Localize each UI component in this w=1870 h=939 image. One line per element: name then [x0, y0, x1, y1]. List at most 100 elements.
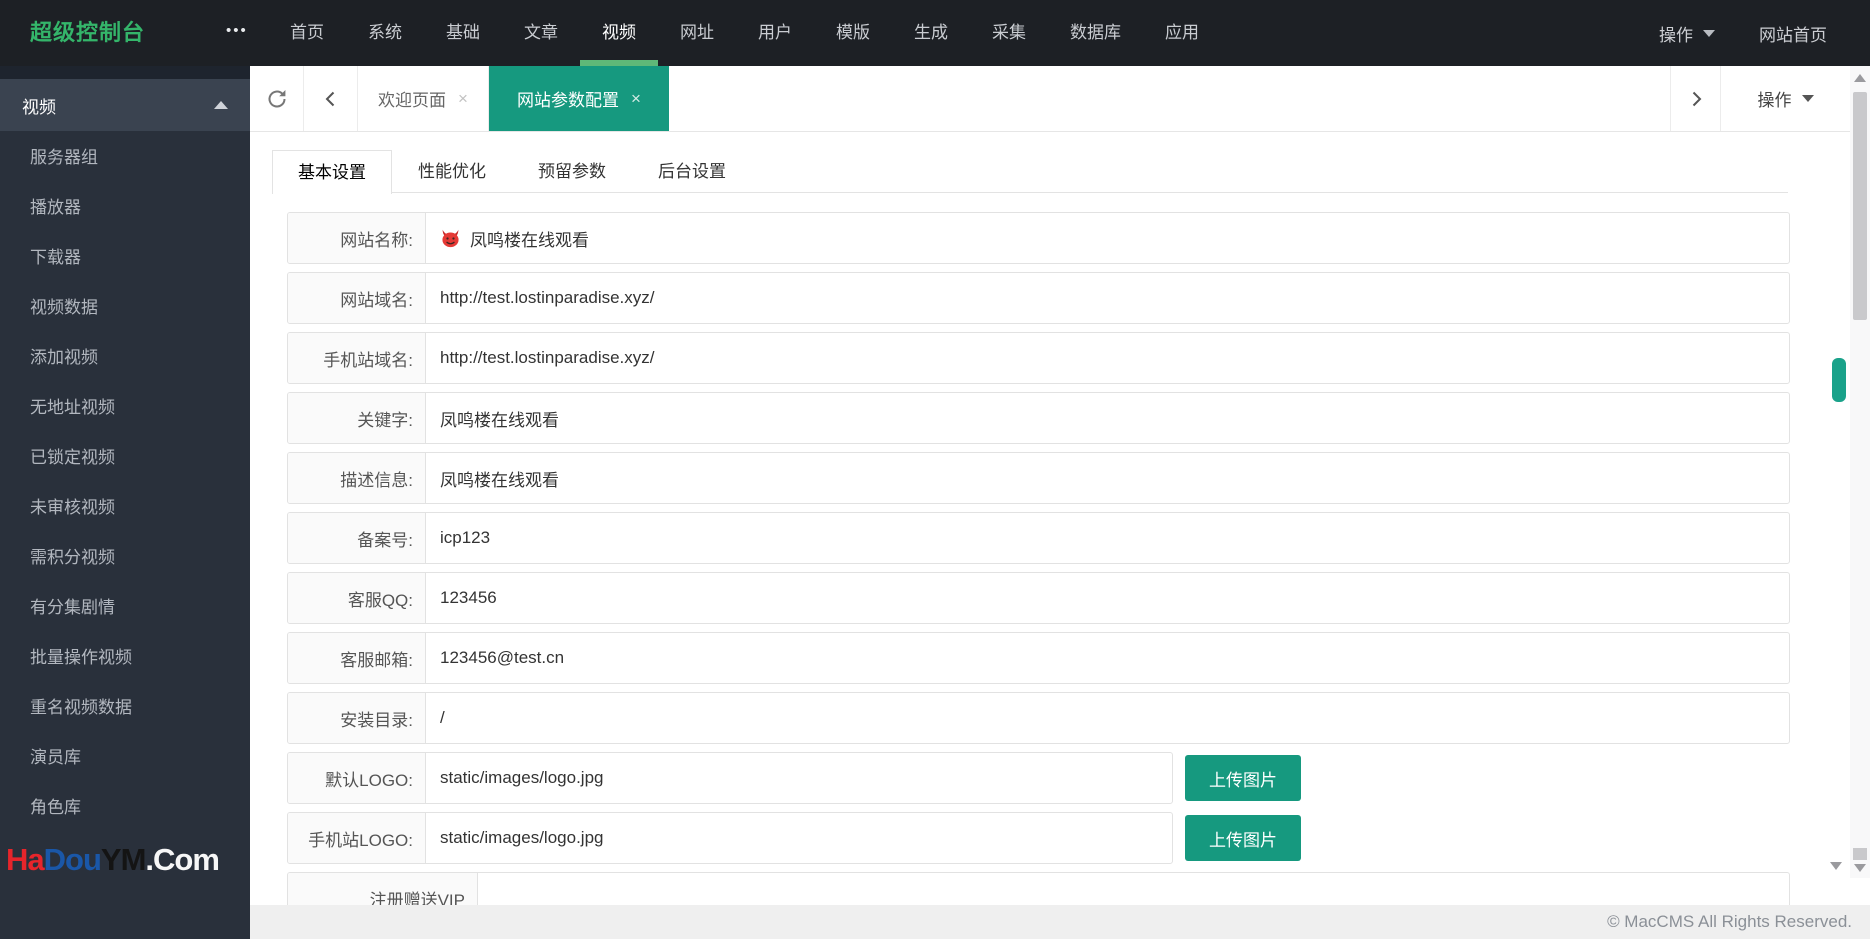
site-domain-input[interactable]: [440, 273, 1789, 323]
service-qq-input[interactable]: [440, 573, 1789, 623]
settings-tabs: 基本设置 性能优化 预留参数 后台设置: [272, 150, 1788, 194]
form-row-site-domain: 网站域名:: [287, 272, 1790, 324]
sidebar-section-header[interactable]: 视频: [0, 79, 250, 131]
field-label: 手机站域名:: [288, 333, 426, 383]
scrollbar-down-arrow-icon[interactable]: [1854, 864, 1866, 872]
scrollbar-thumb[interactable]: [1853, 92, 1867, 320]
sidebar-item-player[interactable]: 播放器: [0, 183, 250, 233]
ellipsis-menu-icon[interactable]: •••: [226, 0, 248, 66]
description-input[interactable]: [440, 453, 1789, 503]
brand-part-blue: Dou: [43, 842, 102, 877]
field-label: 安装目录:: [288, 693, 426, 743]
content-scrollbar-down-arrow-icon[interactable]: [1830, 862, 1842, 870]
topnav-item-template[interactable]: 模版: [814, 0, 892, 66]
upload-image-button[interactable]: 上传图片: [1185, 815, 1301, 861]
form-row-icp: 备案号:: [287, 512, 1790, 564]
field-value-area: [426, 273, 1789, 323]
icp-number-input[interactable]: [440, 513, 1789, 563]
settings-form: 网站名称: 网站域名:: [287, 212, 1790, 932]
tabs-scroll-right-button[interactable]: [1670, 66, 1720, 131]
sidebar-item-locked-video[interactable]: 已锁定视频: [0, 433, 250, 483]
mobile-domain-input[interactable]: [440, 333, 1789, 383]
caret-down-icon: [1703, 29, 1715, 37]
sidebar-item-downloader[interactable]: 下载器: [0, 233, 250, 283]
collapse-arrow-icon[interactable]: [214, 101, 228, 109]
tab-label: 网站参数配置: [516, 91, 619, 110]
form-row-service-email: 客服邮箱:: [287, 632, 1790, 684]
field-label: 客服QQ:: [288, 573, 426, 623]
tabbar-actions-dropdown[interactable]: 操作: [1720, 66, 1850, 131]
content-scrollbar-thumb[interactable]: [1832, 358, 1846, 402]
top-bar: 超级控制台 ••• 首页 系统 基础 文章 视频 网址 用户 模版 生成 采集 …: [0, 0, 1870, 66]
site-home-link[interactable]: 网站首页: [1759, 21, 1827, 46]
sidebar-item-points-video[interactable]: 需积分视频: [0, 533, 250, 583]
sidebar-item-unreviewed-video[interactable]: 未审核视频: [0, 483, 250, 533]
form-row-install-dir: 安装目录:: [287, 692, 1790, 744]
topnav-item-basic[interactable]: 基础: [424, 0, 502, 66]
service-email-input[interactable]: [440, 633, 1789, 683]
topnav-item-user[interactable]: 用户: [736, 0, 814, 66]
footer: © MacCMS All Rights Reserved.: [250, 905, 1870, 939]
topnav-item-database[interactable]: 数据库: [1048, 0, 1143, 66]
topnav-item-article[interactable]: 文章: [502, 0, 580, 66]
sidebar-item-add-video[interactable]: 添加视频: [0, 333, 250, 383]
field-label: 手机站LOGO:: [288, 813, 426, 863]
site-name-input[interactable]: [470, 213, 1789, 263]
tab-performance[interactable]: 性能优化: [392, 150, 512, 192]
field-value-area: [426, 393, 1789, 443]
form-row-mobile-logo: 手机站LOGO: 上传图片: [287, 812, 1790, 864]
tab-site-params-config[interactable]: 网站参数配置 ×: [488, 66, 669, 131]
tabs-scroll-left-button[interactable]: [304, 66, 358, 131]
chevron-left-icon: [325, 91, 334, 106]
topnav-item-generate[interactable]: 生成: [892, 0, 970, 66]
tab-basic-settings[interactable]: 基本设置: [272, 150, 392, 194]
keywords-input[interactable]: [440, 393, 1789, 443]
sidebar-item-episodes[interactable]: 有分集剧情: [0, 583, 250, 633]
form-row-default-logo: 默认LOGO: 上传图片: [287, 752, 1790, 804]
devil-emoji-icon: [442, 229, 459, 247]
topnav-item-website[interactable]: 网址: [658, 0, 736, 66]
tab-backend-settings[interactable]: 后台设置: [632, 150, 752, 192]
close-icon[interactable]: ×: [458, 90, 468, 107]
scrollbar-up-arrow-icon[interactable]: [1854, 74, 1866, 82]
field-value-area: [426, 453, 1789, 503]
topbar-actions-dropdown[interactable]: 操作: [1659, 21, 1715, 46]
window-scrollbar[interactable]: [1850, 66, 1870, 878]
form-row-site-name: 网站名称:: [287, 212, 1790, 264]
mobile-logo-input[interactable]: [440, 813, 1172, 863]
topbar-right-group: 操作 网站首页: [1659, 0, 1827, 66]
form-row-service-qq: 客服QQ:: [287, 572, 1790, 624]
tabbar-spacer: [669, 66, 1670, 131]
main-content: 基本设置 性能优化 预留参数 后台设置 网站名称: 凤鸣楼在线观看 网站域名: …: [250, 132, 1850, 939]
sidebar: 视频 服务器组 播放器 下载器 视频数据 添加视频 无地址视频 已锁定视频 未审…: [0, 66, 250, 939]
sidebar-item-video-data[interactable]: 视频数据: [0, 283, 250, 333]
sidebar-item-batch-operate[interactable]: 批量操作视频: [0, 633, 250, 683]
tab-reserved-params[interactable]: 预留参数: [512, 150, 632, 192]
sidebar-item-actor-library[interactable]: 演员库: [0, 733, 250, 783]
form-row-keywords: 关键字:: [287, 392, 1790, 444]
topnav-item-system[interactable]: 系统: [346, 0, 424, 66]
field-label: 备案号:: [288, 513, 426, 563]
topnav-item-apps[interactable]: 应用: [1143, 0, 1221, 66]
sidebar-item-role-library[interactable]: 角色库: [0, 783, 250, 833]
brand-part-black: YM: [100, 842, 146, 877]
chevron-right-icon: [1692, 91, 1701, 106]
topnav-item-collect[interactable]: 采集: [970, 0, 1048, 66]
sidebar-item-duplicate-video[interactable]: 重名视频数据: [0, 683, 250, 733]
sidebar-section-title: 视频: [22, 97, 56, 117]
refresh-button[interactable]: [250, 66, 304, 131]
default-logo-input[interactable]: [440, 753, 1172, 803]
brand-part-red: Ha: [6, 842, 45, 877]
topnav-item-home[interactable]: 首页: [268, 0, 346, 66]
page-tab-bar: 欢迎页面 × 网站参数配置 × 操作: [250, 66, 1850, 132]
copyright-text: © MacCMS All Rights Reserved.: [1607, 912, 1852, 931]
sidebar-item-no-url-video[interactable]: 无地址视频: [0, 383, 250, 433]
sidebar-item-server-group[interactable]: 服务器组: [0, 133, 250, 183]
tab-welcome-page[interactable]: 欢迎页面 ×: [358, 66, 489, 131]
close-icon[interactable]: ×: [631, 90, 641, 107]
install-dir-input[interactable]: [440, 693, 1789, 743]
caret-down-icon: [1801, 95, 1814, 102]
upload-image-button[interactable]: 上传图片: [1185, 755, 1301, 801]
field-label: 网站域名:: [288, 273, 426, 323]
topnav-item-video[interactable]: 视频: [580, 0, 658, 66]
